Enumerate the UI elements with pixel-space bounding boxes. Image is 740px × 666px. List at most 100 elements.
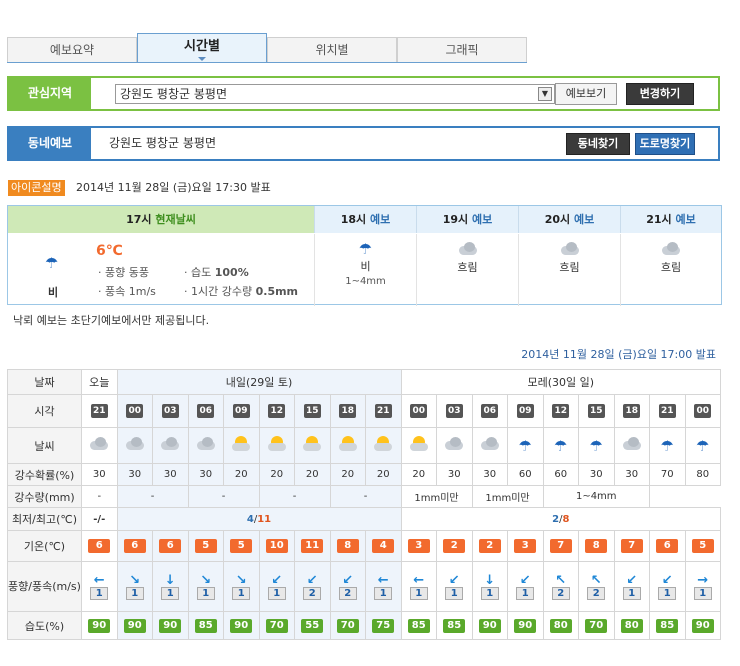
row-precip: 강수량(mm) - - - - -1mm미만 1mm미만 1~4mm (7, 485, 721, 508)
precip-cell: 1mm미만 (400, 485, 473, 508)
wind-direction-icon: ↘ (235, 572, 247, 588)
temp-badge: 6 (159, 539, 182, 553)
humidity-badge: 75 (372, 618, 395, 633)
fc-weather: 흐림 (559, 261, 580, 274)
time-cell: 00 (116, 394, 153, 428)
temp-badge: 2 (478, 539, 501, 553)
hour-badge: 03 (161, 404, 179, 418)
pop-cell: 20 (258, 463, 295, 486)
wind-cell: ↙ 1 (613, 561, 650, 612)
weather-cell (471, 427, 508, 464)
wind-speed-badge: 1 (125, 586, 144, 600)
find-town-button[interactable]: 동네찾기 (566, 133, 630, 155)
dropdown-arrow-icon[interactable]: ▼ (538, 87, 552, 101)
label-minmax: 최저/최고(℃) (7, 507, 82, 531)
temp-cell: 11 (294, 530, 331, 562)
humidity-badge: 70 (585, 618, 608, 633)
wind-direction-icon: ↙ (271, 572, 283, 588)
weather-cell (152, 427, 189, 464)
wind-speed-badge: 1 (622, 586, 641, 600)
tab-location[interactable]: 위치별 (267, 37, 397, 63)
wind-speed-badge: 1 (196, 586, 215, 600)
hour-badge: 03 (445, 404, 463, 418)
time-cell: 06 (187, 394, 224, 428)
pop-cell: 70 (649, 463, 686, 486)
cloud-icon (195, 437, 217, 451)
wind-cell: ↓ 1 (471, 561, 508, 612)
wind-direction-icon: ↓ (164, 572, 176, 588)
wind-cell: ↘ 1 (223, 561, 260, 612)
wind-cell: ← 1 (365, 561, 402, 612)
wind-direction-icon: ← (413, 572, 425, 588)
hour-badge: 21 (658, 404, 676, 418)
time-cell: 03 (152, 394, 189, 428)
temp-badge: 5 (230, 539, 253, 553)
wind-speed-badge: 1 (267, 586, 286, 600)
row-wind: 풍향/풍속(m/s) ← 1 ↘ 1 ↓ 1 ↘ 1 ↘ 1 ↙ 1 ↙ 2 ↙ 2 ← 1 ← 1 ↙ 1 ↓ 1 ↙ 1 ↖ 2 ↖… (7, 561, 721, 612)
forecast-cell-21: 흐림 (620, 234, 721, 306)
region-select-value: 강원도 평창군 봉평면 (120, 87, 227, 101)
cloud-sun-icon (372, 436, 394, 452)
cloud-sun-icon (408, 436, 430, 452)
hour-badge: 00 (694, 404, 712, 418)
icon-legend-button[interactable]: 아이콘설명 (8, 180, 65, 196)
day-tomorrow: 내일(29일 토) (116, 369, 402, 395)
fc-hour: 21시 (646, 213, 672, 226)
precip-cell: - (329, 485, 402, 508)
wind-direction-icon: ↙ (342, 572, 354, 588)
humidity-badge: 80 (549, 618, 572, 633)
change-button[interactable]: 변경하기 (626, 83, 694, 105)
rain-icon: ☂ (45, 254, 59, 272)
wind-cell: ↘ 1 (116, 561, 153, 612)
wind-speed-badge: 2 (587, 586, 606, 600)
wind-direction-icon: ↙ (626, 572, 638, 588)
cloud-sun-icon (337, 436, 359, 452)
temp-cell: 3 (507, 530, 544, 562)
wind-speed-badge: 1 (658, 586, 677, 600)
hour-badge: 09 (516, 404, 534, 418)
pop-cell: 20 (294, 463, 331, 486)
humidity-cell: 85 (187, 611, 224, 640)
weather-cell: ☂ (507, 427, 544, 464)
current-header: 17시 현재날씨 (8, 206, 314, 233)
wind-speed-badge: 2 (303, 586, 322, 600)
temp-badge: 7 (549, 539, 572, 553)
hour-badge: 12 (268, 404, 286, 418)
precip-cell: - (187, 485, 260, 508)
weather-cell (187, 427, 224, 464)
humidity-badge: 90 (691, 618, 714, 633)
temp-cell: 7 (613, 530, 650, 562)
fc-weather: 비 (360, 260, 371, 273)
fc-hour: 18시 (340, 213, 367, 226)
weather-cell (365, 427, 402, 464)
precip-cell: 1mm미만 (471, 485, 544, 508)
region-select[interactable]: 강원도 평창군 봉평면 ▼ (115, 84, 555, 104)
temp-badge: 8 (585, 539, 608, 553)
wind-direction-icon: → (697, 572, 709, 588)
temp-cell: 6 (152, 530, 189, 562)
hour-badge: 15 (303, 404, 321, 418)
tab-graphic[interactable]: 그래픽 (397, 37, 527, 63)
forecast-header-19: 19시 예보 (416, 206, 518, 233)
find-road-button[interactable]: 도로명찾기 (635, 133, 695, 155)
view-forecast-button[interactable]: 예보보기 (555, 83, 617, 105)
rain-icon: ☂ (518, 436, 532, 455)
weather-cell: ☂ (578, 427, 615, 464)
label-weather: 날씨 (7, 427, 82, 464)
temp-badge: 11 (301, 539, 324, 553)
rain-label: 1시간 강수량 (191, 285, 253, 298)
pop-cell: 20 (365, 463, 402, 486)
temp-cell: 2 (436, 530, 473, 562)
wind-cell: → 1 (684, 561, 721, 612)
wind-cell: ↓ 1 (152, 561, 189, 612)
row-minmax: 최저/최고(℃) -/- 4/11 2/8 (7, 507, 721, 531)
tab-summary[interactable]: 예보요약 (7, 37, 137, 63)
cloud-icon (457, 242, 479, 256)
wind-speed-badge: 2 (338, 586, 357, 600)
wind-cell: ↙ 2 (329, 561, 366, 612)
humidity-cell: 85 (649, 611, 686, 640)
tab-hourly[interactable]: 시간별 (137, 33, 267, 63)
humidity-cell: 75 (365, 611, 402, 640)
wind-speed-badge: 2 (551, 586, 570, 600)
forecast-tabs: 예보요약 시간별 위치별 그래픽 (7, 33, 527, 63)
